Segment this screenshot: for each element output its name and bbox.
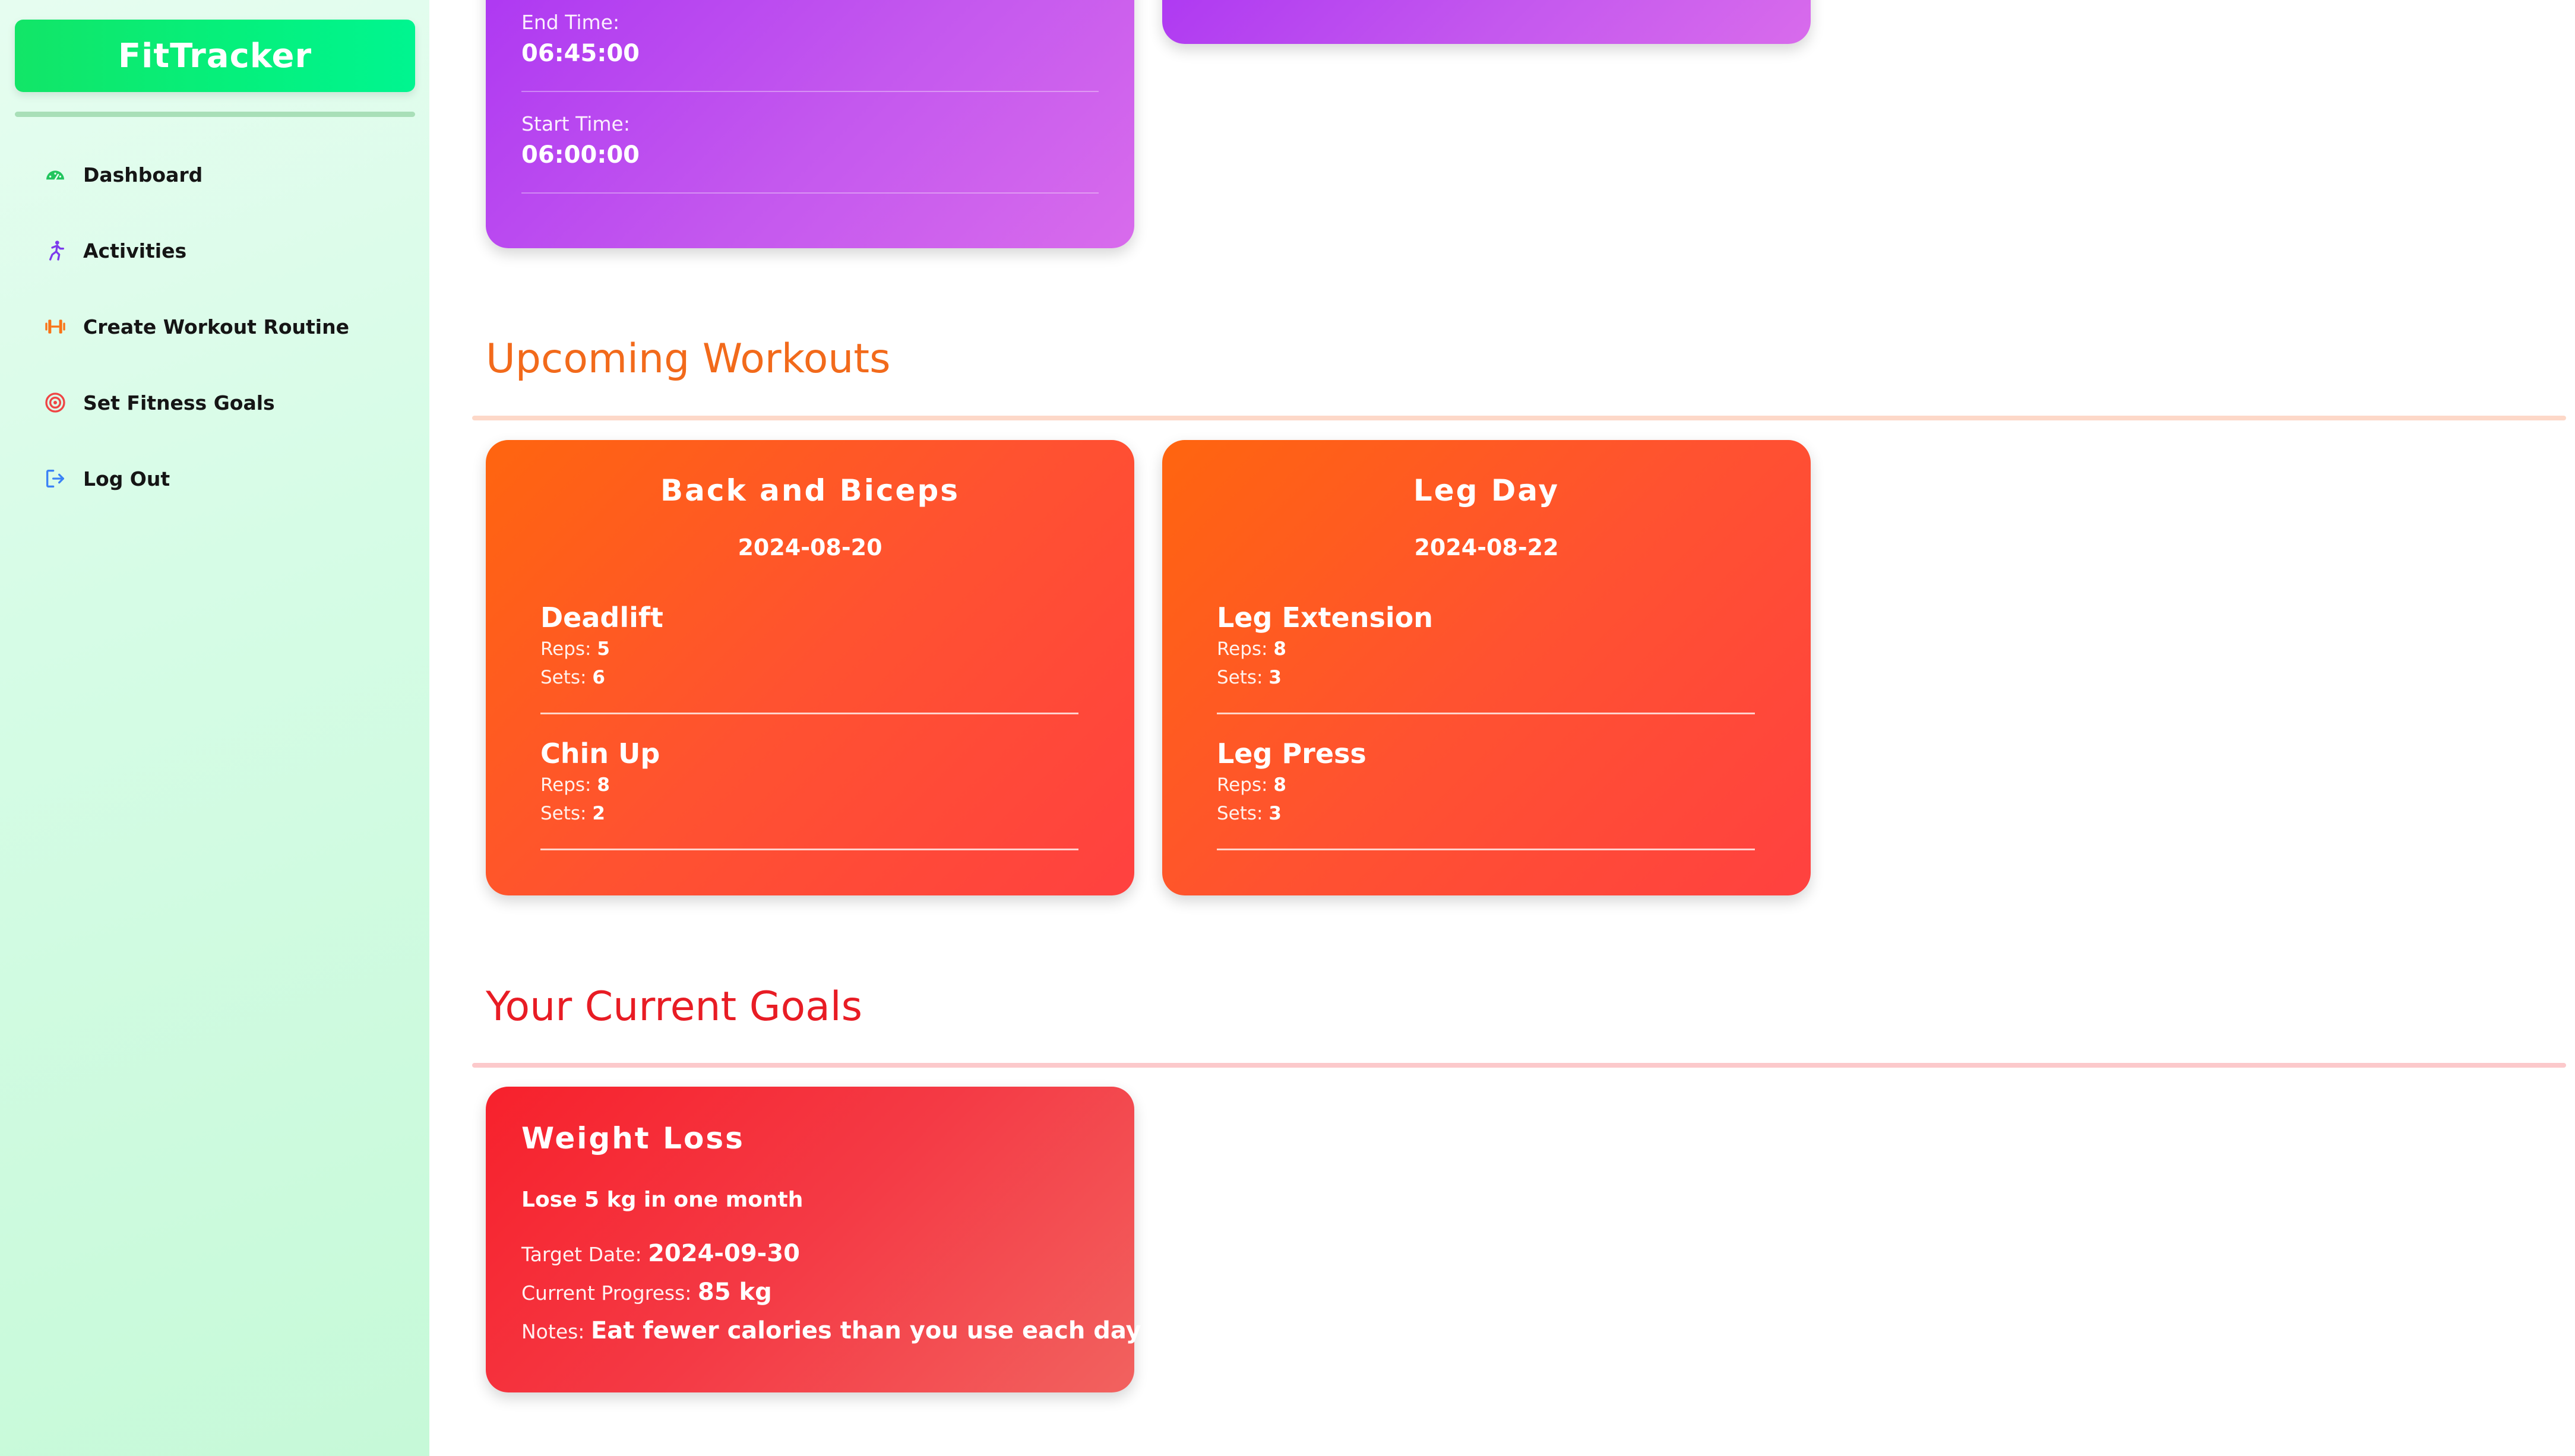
sidebar-divider [15, 112, 415, 117]
goal-target-date: Target Date: 2024-09-30 [521, 1240, 800, 1267]
exercise-reps: Reps: 8 [540, 774, 610, 796]
exercise-sets: Sets: 3 [1217, 803, 1282, 824]
exercise-sets: Sets: 6 [540, 667, 605, 688]
divider [521, 192, 1099, 194]
divider [1217, 713, 1755, 714]
exercise-name: Chin Up [540, 738, 660, 770]
exercise-name: Leg Extension [1217, 602, 1433, 634]
sidebar-item-label: Set Fitness Goals [83, 391, 275, 414]
goal-notes: Notes: Eat fewer calories than you use e… [521, 1317, 1141, 1344]
activity-card [1162, 0, 1811, 44]
section-divider [472, 416, 2566, 420]
divider [521, 91, 1099, 92]
divider [1217, 849, 1755, 850]
target-icon [42, 389, 69, 416]
exercise-sets: Sets: 3 [1217, 667, 1282, 688]
workout-date: 2024-08-20 [738, 534, 882, 561]
exercise-reps: Reps: 8 [1217, 774, 1286, 796]
upcoming-workouts-heading: Upcoming Workouts [486, 335, 891, 382]
sidebar-item-label: Create Workout Routine [83, 315, 349, 338]
exercise-item: Leg Press Reps: 8 Sets: 3 [1217, 736, 1755, 828]
sidebar-item-log-out[interactable]: Log Out [42, 461, 170, 496]
end-time-label: End Time: [521, 11, 620, 34]
sidebar-item-create-workout-routine[interactable]: Create Workout Routine [42, 309, 349, 344]
exercise-item: Chin Up Reps: 8 Sets: 2 [540, 736, 1078, 828]
sidebar-item-label: Dashboard [83, 163, 203, 186]
sidebar-item-label: Log Out [83, 467, 170, 490]
sidebar: FitTracker Dashboard Activities Create W… [0, 0, 429, 1456]
exercise-item: Deadlift Reps: 5 Sets: 6 [540, 600, 1078, 692]
exercise-item: Leg Extension Reps: 8 Sets: 3 [1217, 600, 1755, 692]
sidebar-item-activities[interactable]: Activities [42, 233, 186, 268]
current-goals-heading: Your Current Goals [486, 983, 863, 1030]
sidebar-item-dashboard[interactable]: Dashboard [42, 157, 203, 192]
exercise-sets: Sets: 2 [540, 803, 605, 824]
goal-card: Weight Loss Lose 5 kg in one month Targe… [486, 1087, 1141, 1392]
logout-icon [42, 465, 69, 492]
sidebar-item-set-fitness-goals[interactable]: Set Fitness Goals [42, 385, 275, 420]
goal-current-progress: Current Progress: 85 kg [521, 1278, 772, 1306]
goal-description: Lose 5 kg in one month [521, 1188, 803, 1212]
section-divider [472, 1063, 2566, 1068]
exercise-reps: Reps: 5 [540, 638, 610, 660]
workout-title: Back and Biceps [660, 473, 960, 508]
divider [540, 713, 1078, 714]
sidebar-item-label: Activities [83, 239, 187, 262]
app-logo[interactable]: FitTracker [15, 20, 415, 92]
exercise-reps: Reps: 8 [1217, 638, 1286, 660]
activity-card: End Time: 06:45:00 Start Time: 06:00:00 [486, 0, 1134, 248]
end-time-value: 06:45:00 [521, 40, 640, 67]
workout-card: Leg Day 2024-08-22 Leg Extension Reps: 8… [1162, 440, 1811, 895]
goal-title: Weight Loss [521, 1121, 745, 1156]
divider [540, 849, 1078, 850]
exercise-name: Deadlift [540, 602, 663, 634]
workout-card: Back and Biceps 2024-08-20 Deadlift Reps… [486, 440, 1134, 895]
exercise-name: Leg Press [1217, 738, 1366, 770]
gauge-icon [42, 161, 69, 188]
workout-title: Leg Day [1413, 473, 1560, 508]
start-time-value: 06:00:00 [521, 141, 640, 169]
running-person-icon [42, 237, 69, 264]
workout-date: 2024-08-22 [1414, 534, 1559, 561]
dumbbell-icon [42, 313, 69, 340]
start-time-label: Start Time: [521, 112, 630, 135]
